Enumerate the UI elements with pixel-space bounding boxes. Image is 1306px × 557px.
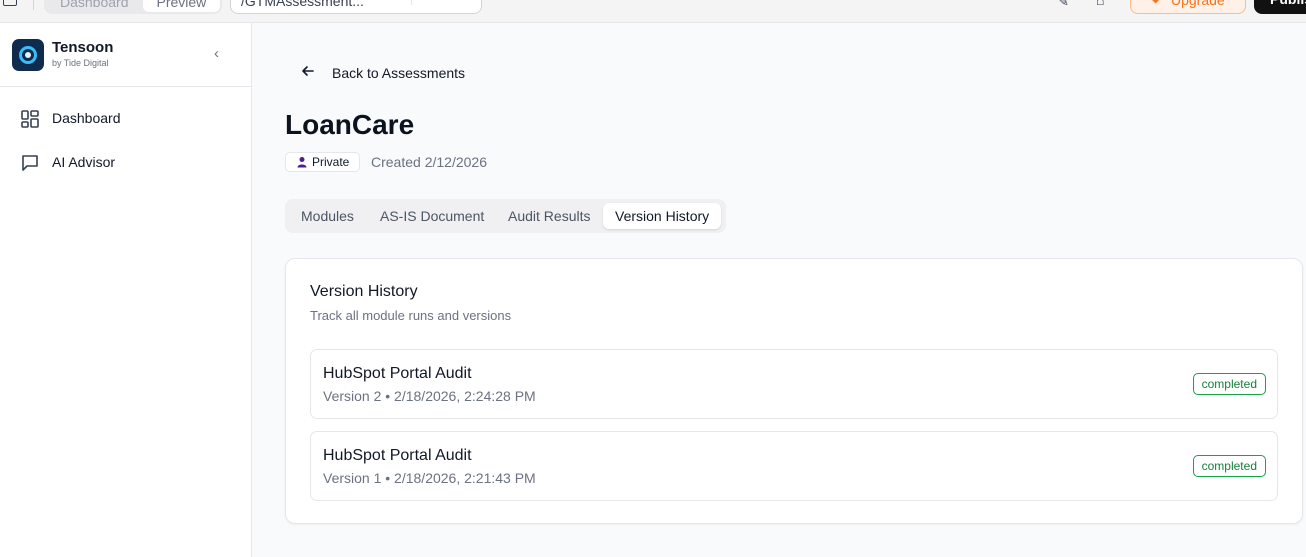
- main-content: Back to Assessments LoanCare Private Cre…: [252, 23, 1306, 557]
- version-row[interactable]: HubSpot Portal Audit Version 2 • 2/18/20…: [310, 349, 1278, 419]
- user-icon: [297, 157, 307, 168]
- sidebar-item-dashboard[interactable]: Dashboard: [0, 99, 251, 139]
- upgrade-button[interactable]: ◆ Upgrade: [1130, 0, 1246, 14]
- version-meta: Version 2 • 2/18/2026, 2:24:28 PM: [323, 388, 536, 404]
- sidebar-item-ai-advisor[interactable]: AI Advisor: [0, 143, 251, 183]
- back-label: Back to Assessments: [332, 65, 466, 81]
- url-divider: [411, 0, 412, 5]
- sidebar: Tensoon by Tide Digital ‹ Dashboard AI A…: [0, 23, 252, 557]
- collapse-sidebar-icon[interactable]: ‹: [214, 45, 219, 62]
- status-badge: completed: [1192, 373, 1266, 395]
- tab-bar: Modules AS-IS Document Audit Results Ver…: [285, 199, 726, 233]
- publish-button[interactable]: Publish: [1254, 0, 1306, 14]
- refresh-icon[interactable]: ↻: [455, 0, 467, 3]
- dashboard-grid-icon: [21, 110, 39, 128]
- version-module-name: HubSpot Portal Audit: [323, 365, 472, 382]
- view-tab-dashboard[interactable]: Dashboard: [46, 0, 143, 12]
- tab-audit-results[interactable]: Audit Results: [496, 203, 602, 229]
- tab-as-is-document[interactable]: AS-IS Document: [368, 203, 496, 229]
- version-history-card: Version History Track all module runs an…: [285, 258, 1303, 524]
- upgrade-label: Upgrade: [1171, 0, 1225, 8]
- page-title: LoanCare: [285, 109, 415, 140]
- visibility-badge: Private: [285, 152, 361, 172]
- tab-modules[interactable]: Modules: [289, 203, 366, 229]
- chevron-down-icon[interactable]: ▾: [389, 0, 394, 2]
- user-icon[interactable]: ⌂: [1096, 0, 1104, 8]
- tab-version-history[interactable]: Version History: [603, 203, 722, 229]
- url-text: /GTMAssessment...: [241, 0, 364, 9]
- created-date: Created 2/12/2026: [371, 154, 487, 170]
- brand-name: Tensoon: [52, 39, 114, 56]
- card-title: Version History: [310, 283, 418, 300]
- version-row[interactable]: HubSpot Portal Audit Version 1 • 2/18/20…: [310, 431, 1278, 501]
- layout-grid-icon[interactable]: [3, 0, 17, 6]
- brand-header: Tensoon by Tide Digital ‹: [0, 23, 251, 87]
- arrow-left-icon: [302, 66, 314, 76]
- sidebar-item-label: Dashboard: [52, 110, 121, 126]
- toolbar-divider: [33, 0, 34, 10]
- tensoon-logo: [12, 39, 44, 71]
- card-subtitle: Track all module runs and versions: [310, 308, 512, 323]
- edit-icon[interactable]: ✎: [1058, 0, 1069, 10]
- view-switcher: Dashboard Preview: [44, 0, 223, 14]
- url-bar[interactable]: /GTMAssessment... ▾ ⇆ ↻: [230, 0, 482, 14]
- sidebar-item-label: AI Advisor: [52, 154, 116, 170]
- top-toolbar: Dashboard Preview /GTMAssessment... ▾ ⇆ …: [0, 0, 1306, 23]
- publish-label: Publish: [1270, 0, 1306, 7]
- visibility-label: Private: [312, 155, 350, 169]
- status-badge: completed: [1192, 455, 1266, 477]
- device-toggle-icon[interactable]: ⇆: [425, 0, 436, 3]
- version-module-name: HubSpot Portal Audit: [323, 447, 472, 464]
- diamond-icon: ◆: [1151, 0, 1160, 5]
- view-tab-preview[interactable]: Preview: [142, 0, 221, 12]
- chat-bubble-icon: [22, 155, 38, 171]
- brand-subtitle: by Tide Digital: [52, 58, 109, 68]
- version-meta: Version 1 • 2/18/2026, 2:21:43 PM: [323, 470, 536, 486]
